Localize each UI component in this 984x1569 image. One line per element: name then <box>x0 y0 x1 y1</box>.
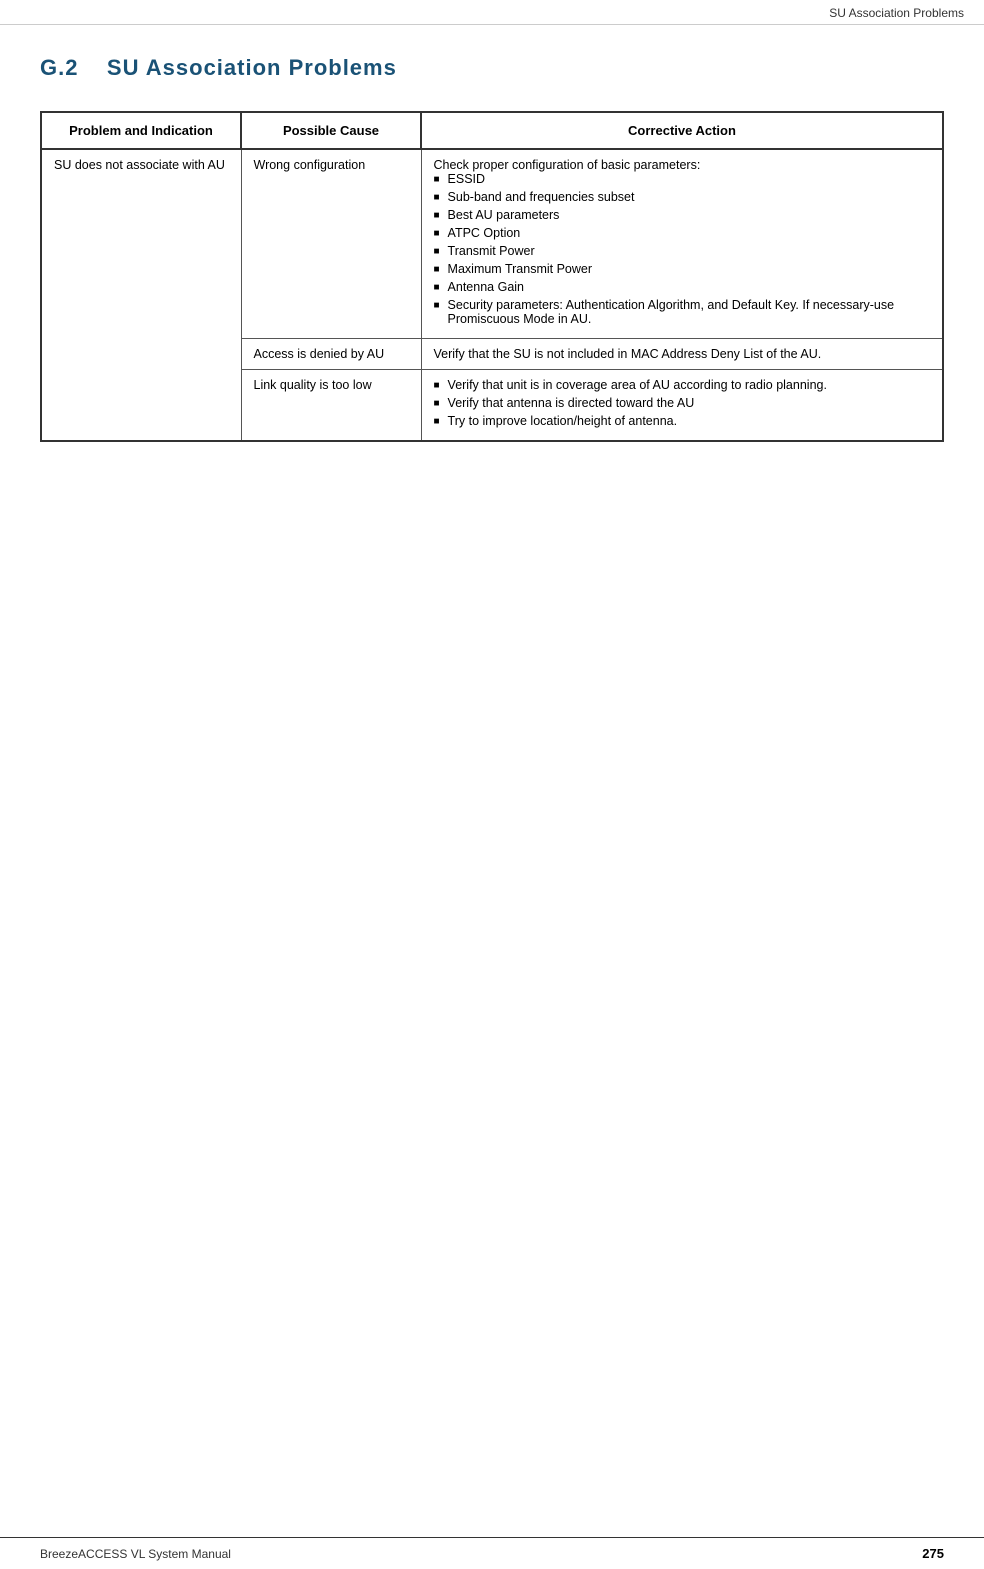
problem-cell: SU does not associate with AU <box>41 149 241 441</box>
footer-left-text: BreezeACCESS VL System Manual <box>40 1547 231 1561</box>
section-name: SU Association Problems <box>107 55 397 80</box>
col-header-action: Corrective Action <box>421 112 943 149</box>
list-item: Sub-band and frequencies subset <box>434 190 931 204</box>
action-cell-1: Check proper configuration of basic para… <box>421 149 943 339</box>
cause-cell-2: Access is denied by AU <box>241 339 421 370</box>
list-item: Maximum Transmit Power <box>434 262 931 276</box>
list-item: Best AU parameters <box>434 208 931 222</box>
page-content: G.2 SU Association Problems Problem and … <box>0 25 984 502</box>
page-header: SU Association Problems <box>0 0 984 25</box>
list-item: Verify that antenna is directed toward t… <box>434 396 931 410</box>
cause-cell-1: Wrong configuration <box>241 149 421 339</box>
list-item: Antenna Gain <box>434 280 931 294</box>
section-title: G.2 SU Association Problems <box>40 55 944 81</box>
list-item: Try to improve location/height of antenn… <box>434 414 931 428</box>
section-id: G.2 <box>40 55 78 80</box>
page-footer: BreezeACCESS VL System Manual 275 <box>0 1537 984 1569</box>
action-cell-2: Verify that the SU is not included in MA… <box>421 339 943 370</box>
footer-page-number: 275 <box>922 1546 944 1561</box>
list-item: ATPC Option <box>434 226 931 240</box>
cause-cell-3: Link quality is too low <box>241 370 421 442</box>
list-item: ESSID <box>434 172 931 186</box>
header-title: SU Association Problems <box>829 6 964 20</box>
problems-table: Problem and Indication Possible Cause Co… <box>40 111 944 442</box>
col-header-cause: Possible Cause <box>241 112 421 149</box>
col-header-problem: Problem and Indication <box>41 112 241 149</box>
list-item: Security parameters: Authentication Algo… <box>434 298 931 326</box>
list-item: Transmit Power <box>434 244 931 258</box>
action-cell-3: Verify that unit is in coverage area of … <box>421 370 943 442</box>
table-row: SU does not associate with AU Wrong conf… <box>41 149 943 339</box>
list-item: Verify that unit is in coverage area of … <box>434 378 931 392</box>
